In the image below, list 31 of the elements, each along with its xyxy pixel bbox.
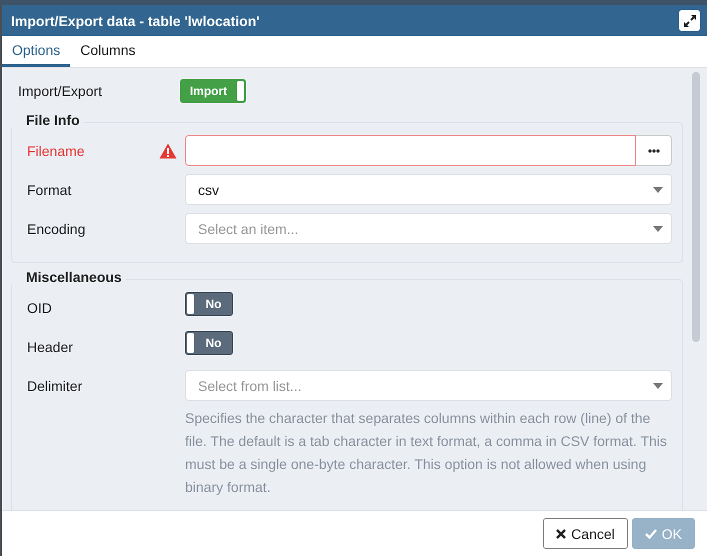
tab[interactable]: Columns [70,36,146,67]
dropdown-field[interactable]: csv [185,174,672,205]
toggle-switch[interactable]: Import [180,79,246,103]
dialog-title: Import/Export data - table 'lwlocation' [11,12,260,28]
section-title: File Info [11,112,84,128]
toggle-switch[interactable]: No [185,331,233,355]
ellipsis-icon [648,148,660,152]
close-icon [556,528,566,538]
field-label: Format [27,182,72,198]
cancel-button[interactable]: Cancel [543,518,628,549]
caret-icon [653,226,663,232]
toggle-switch[interactable]: No [185,292,233,316]
field-label: Delimiter [27,378,82,394]
caret-icon [653,382,663,388]
filename-input[interactable] [185,135,636,166]
caret-icon [653,186,663,192]
maximize-button[interactable] [679,10,700,31]
dropdown-field[interactable]: Select an item... [185,213,672,244]
check-icon [644,528,657,538]
field-label: Header [27,338,73,354]
section-title: Miscellaneous [11,269,126,285]
warning-icon [159,142,177,158]
expand-icon [682,14,696,28]
dropdown-field[interactable]: Select from list... [185,370,672,401]
field-label: Import/Export [18,83,104,99]
browse-button[interactable] [636,135,672,166]
field-label: OID [27,300,52,316]
scrollbar-thumb[interactable] [692,72,700,342]
field-label: Encoding [27,220,86,236]
help-text: Specifies the character that separates columns within each row (line) of the file. The default is a tab character in text format, a comma in CSV format. This must be a single one-byte character. This option is not allowed when using binary format. [185,409,668,497]
field-label: Filename [27,142,85,158]
